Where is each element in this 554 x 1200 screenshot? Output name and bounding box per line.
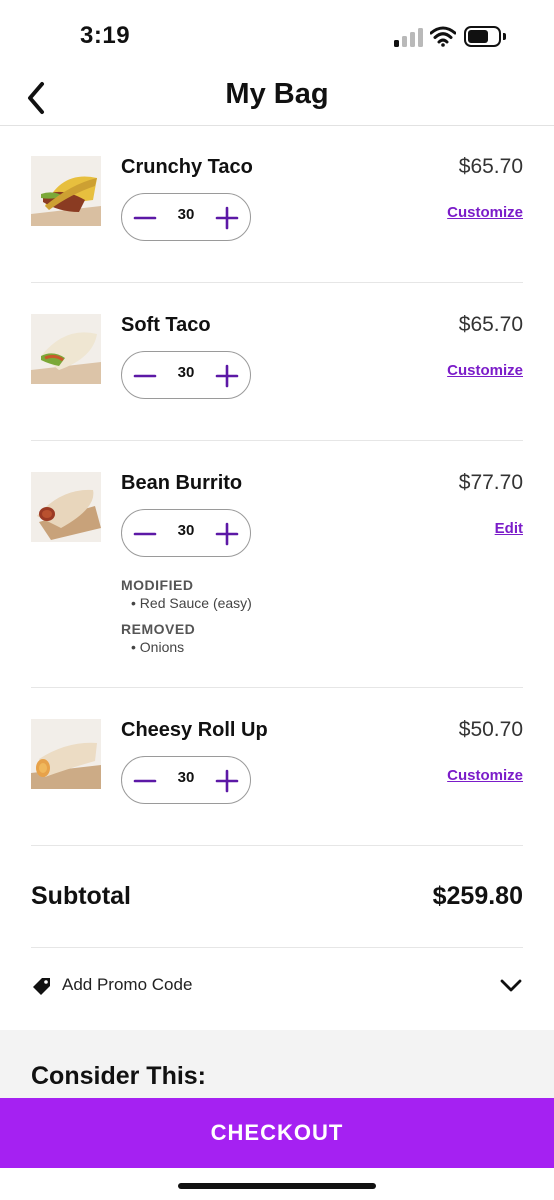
promo-code-row[interactable]: Add Promo Code: [31, 949, 523, 1029]
plus-icon[interactable]: [214, 768, 240, 794]
item-name: Bean Burrito: [121, 472, 243, 494]
customize-link[interactable]: Customize: [447, 362, 523, 379]
cellular-signal-icon: [394, 27, 424, 47]
chevron-down-icon[interactable]: [499, 975, 523, 995]
bean-burrito-image: [31, 472, 101, 542]
cart-item-cheesy-roll-up: Cheesy Roll Up $50.70 30 Customize: [31, 689, 523, 846]
edit-link[interactable]: Edit: [495, 520, 523, 537]
soft-taco-image: [31, 314, 101, 384]
status-bar: 3:19: [0, 0, 554, 70]
item-modifications: MODIFIED • Red Sauce (easy) REMOVED • On…: [121, 577, 252, 665]
plus-icon[interactable]: [214, 521, 240, 547]
subtotal-row: Subtotal $259.80: [31, 846, 523, 948]
item-price: $77.70: [458, 471, 523, 494]
item-name: Soft Taco: [121, 314, 211, 336]
item-price: $65.70: [458, 313, 523, 336]
header: My Bag: [0, 70, 554, 126]
plus-icon[interactable]: [214, 363, 240, 389]
quantity-stepper: 30: [121, 756, 251, 804]
status-time: 3:19: [80, 22, 131, 49]
wifi-icon: [430, 26, 456, 47]
cart-item-crunchy-taco: Crunchy Taco $65.70 30 Customize: [31, 126, 523, 283]
crunchy-taco-image: [31, 156, 101, 226]
quantity-stepper: 30: [121, 193, 251, 241]
modified-label: MODIFIED: [121, 577, 194, 593]
customize-link[interactable]: Customize: [447, 767, 523, 784]
home-indicator: [0, 1168, 554, 1200]
plus-icon[interactable]: [214, 205, 240, 231]
checkout-button[interactable]: CHECKOUT: [0, 1098, 554, 1168]
subtotal-label: Subtotal: [31, 882, 131, 910]
screen: 3:19 My Bag Crunchy Taco $65.70 30 Custo…: [0, 0, 554, 1200]
removed-value: • Onions: [131, 639, 185, 655]
promo-code-label: Add Promo Code: [62, 975, 193, 994]
customize-link[interactable]: Customize: [447, 204, 523, 221]
cart-item-bean-burrito: Bean Burrito $77.70 30 Edit MODIFIED • R…: [31, 442, 523, 688]
quantity-stepper: 30: [121, 509, 251, 557]
item-name: Cheesy Roll Up: [121, 719, 268, 741]
quantity-stepper: 30: [121, 351, 251, 399]
cheesy-roll-up-image: [31, 719, 101, 789]
item-price: $50.70: [458, 718, 523, 741]
consider-title: Consider This:: [31, 1062, 207, 1090]
item-price: $65.70: [458, 155, 523, 178]
tag-icon: [33, 978, 50, 995]
modified-value: • Red Sauce (easy): [131, 595, 252, 611]
cart-item-soft-taco: Soft Taco $65.70 30 Customize: [31, 284, 523, 441]
battery-icon: [464, 26, 506, 47]
removed-label: REMOVED: [121, 621, 196, 637]
subtotal-value: $259.80: [432, 882, 523, 910]
page-title: My Bag: [225, 78, 329, 110]
item-name: Crunchy Taco: [121, 156, 253, 178]
